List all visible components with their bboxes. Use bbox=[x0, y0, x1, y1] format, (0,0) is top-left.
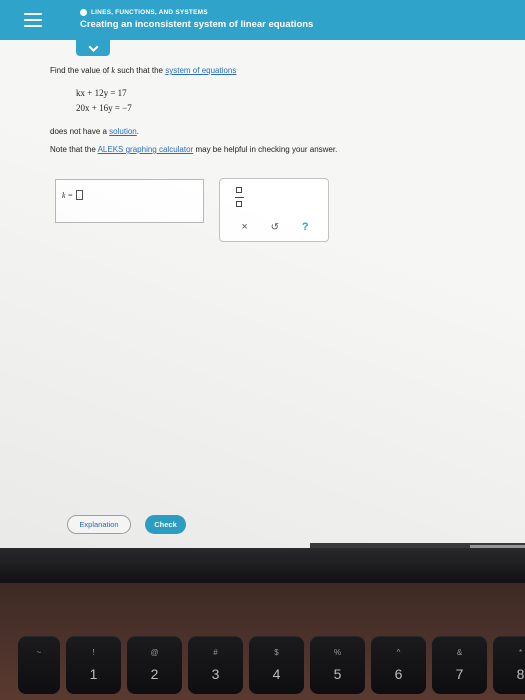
screen-glare bbox=[0, 0, 525, 548]
top-bar: LINES, FUNCTIONS, AND SYSTEMS Creating a… bbox=[0, 0, 525, 40]
key-shift-symbol: ! bbox=[92, 648, 95, 657]
prompt-text-2: such that the bbox=[117, 66, 163, 75]
hamburger-icon bbox=[24, 13, 42, 27]
key-main-symbol: 3 bbox=[211, 666, 220, 682]
key-main-symbol: 6 bbox=[394, 666, 403, 682]
note-text-1: Note that the bbox=[50, 145, 96, 154]
equation-2: 20x + 16y = −7 bbox=[76, 103, 132, 113]
keyboard-key[interactable]: ! 1 bbox=[66, 636, 121, 694]
palette-actions: × ↺ ? bbox=[230, 219, 320, 235]
keyboard-key[interactable]: ~ bbox=[18, 636, 60, 694]
key-main-symbol: 4 bbox=[272, 666, 281, 682]
key-main-symbol: 5 bbox=[333, 666, 342, 682]
key-shift-symbol: ^ bbox=[396, 648, 401, 657]
system-of-equations-link[interactable]: system of equations bbox=[165, 66, 236, 75]
answer-input[interactable] bbox=[75, 190, 83, 200]
laptop-bezel bbox=[0, 548, 525, 583]
keyboard-key[interactable]: #3 bbox=[188, 636, 243, 694]
browser-screen: LINES, FUNCTIONS, AND SYSTEMS Creating a… bbox=[0, 0, 525, 548]
explanation-button[interactable]: Explanation bbox=[67, 515, 131, 534]
question-prompt: Find the value of k such that the system… bbox=[50, 66, 236, 75]
answer-box[interactable]: k = bbox=[55, 179, 204, 223]
key-shift-symbol: $ bbox=[274, 648, 279, 657]
keyboard-number-row: ~! 1 @2 #3 $4% 5 ^ 6 & 7 * 8 bbox=[18, 636, 525, 696]
calculator-note: Note that the ALEKS graphing calculator … bbox=[50, 145, 337, 154]
key-shift-symbol: ~ bbox=[36, 648, 42, 657]
key-main-symbol: 8 bbox=[516, 666, 525, 682]
key-main-symbol: 2 bbox=[150, 666, 159, 682]
fraction-denominator-icon bbox=[236, 201, 242, 207]
prompt-variable: k bbox=[111, 66, 115, 75]
keyboard-key[interactable]: ^ 6 bbox=[371, 636, 426, 694]
keyboard-key[interactable]: & 7 bbox=[432, 636, 487, 694]
key-shift-symbol: % bbox=[333, 648, 342, 657]
keyboard-key[interactable]: % 5 bbox=[310, 636, 365, 694]
answer-expression: k = bbox=[62, 190, 83, 200]
graphing-calculator-link[interactable]: ALEKS graphing calculator bbox=[98, 145, 194, 154]
key-main-symbol: 7 bbox=[455, 666, 464, 682]
clear-button[interactable]: × bbox=[241, 221, 247, 233]
prompt-text-1: Find the value of bbox=[50, 66, 110, 75]
undo-button[interactable]: ↺ bbox=[271, 222, 279, 233]
note-text-2: may be helpful in checking your answer. bbox=[195, 145, 338, 154]
topic-label: LINES, FUNCTIONS, AND SYSTEMS bbox=[80, 9, 208, 16]
answer-label: k = bbox=[62, 190, 73, 200]
question-condition: does not have a solution. bbox=[50, 127, 139, 136]
key-shift-symbol: # bbox=[213, 648, 218, 657]
topic-text: LINES, FUNCTIONS, AND SYSTEMS bbox=[91, 9, 208, 16]
key-main-symbol: 1 bbox=[89, 666, 98, 682]
condition-text: does not have a bbox=[50, 127, 107, 136]
check-button[interactable]: Check bbox=[145, 515, 186, 534]
menu-button[interactable] bbox=[0, 0, 66, 40]
key-shift-symbol: @ bbox=[150, 648, 159, 657]
keyboard-key[interactable]: * 8 bbox=[493, 636, 525, 694]
fraction-button[interactable] bbox=[232, 187, 246, 207]
fraction-bar-icon bbox=[234, 196, 244, 198]
chevron-down-icon bbox=[88, 41, 98, 52]
key-shift-symbol: & bbox=[456, 648, 463, 657]
keyboard-key[interactable]: $4 bbox=[249, 636, 304, 694]
equation-1: kx + 12y = 17 bbox=[76, 88, 127, 98]
help-button[interactable]: ? bbox=[302, 221, 309, 233]
topic-dot-icon bbox=[80, 9, 87, 16]
key-shift-symbol: * bbox=[518, 648, 523, 657]
math-palette: × ↺ ? bbox=[219, 178, 329, 242]
solution-link[interactable]: solution bbox=[109, 127, 137, 136]
keyboard-key[interactable]: @2 bbox=[127, 636, 182, 694]
page-title: Creating an inconsistent system of linea… bbox=[80, 19, 314, 30]
condition-period: . bbox=[136, 127, 139, 136]
fraction-numerator-icon bbox=[236, 187, 242, 193]
collapse-header-button[interactable] bbox=[76, 40, 110, 56]
